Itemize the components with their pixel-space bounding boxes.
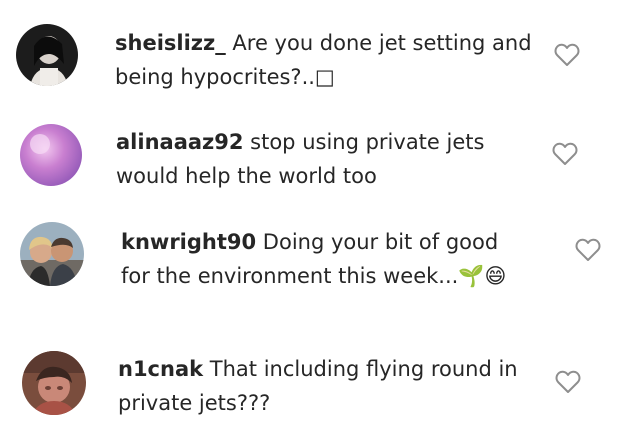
- comment-body: sheislizz_ Are you done jet setting and …: [115, 26, 535, 94]
- comment-username[interactable]: alinaaaz92: [116, 130, 243, 154]
- comment-item: knwright90 Doing your bit of good for th…: [0, 210, 621, 340]
- avatar[interactable]: [22, 351, 86, 415]
- avatar[interactable]: [16, 24, 78, 86]
- comment-username[interactable]: knwright90: [121, 230, 256, 254]
- like-button[interactable]: [555, 370, 581, 394]
- comment-item: sheislizz_ Are you done jet setting and …: [0, 0, 621, 105]
- heart-outline-icon: [554, 43, 580, 66]
- like-button[interactable]: [554, 43, 580, 67]
- comment-username[interactable]: sheislizz_: [115, 31, 226, 55]
- heart-outline-icon: [575, 238, 601, 261]
- comment-body: n1cnak That including flying round in pr…: [118, 352, 538, 420]
- comment-body: alinaaaz92 stop using private jets would…: [116, 125, 536, 193]
- avatar[interactable]: [20, 124, 82, 186]
- comment-item: alinaaaz92 stop using private jets would…: [0, 105, 621, 210]
- like-button[interactable]: [552, 142, 578, 166]
- comment-item: n1cnak That including flying round in pr…: [0, 340, 621, 431]
- comment-username[interactable]: n1cnak: [118, 357, 203, 381]
- comment-body: knwright90 Doing your bit of good for th…: [121, 225, 521, 293]
- like-button[interactable]: [575, 238, 601, 262]
- heart-outline-icon: [552, 142, 578, 165]
- heart-outline-icon: [555, 370, 581, 393]
- avatar[interactable]: [20, 222, 84, 286]
